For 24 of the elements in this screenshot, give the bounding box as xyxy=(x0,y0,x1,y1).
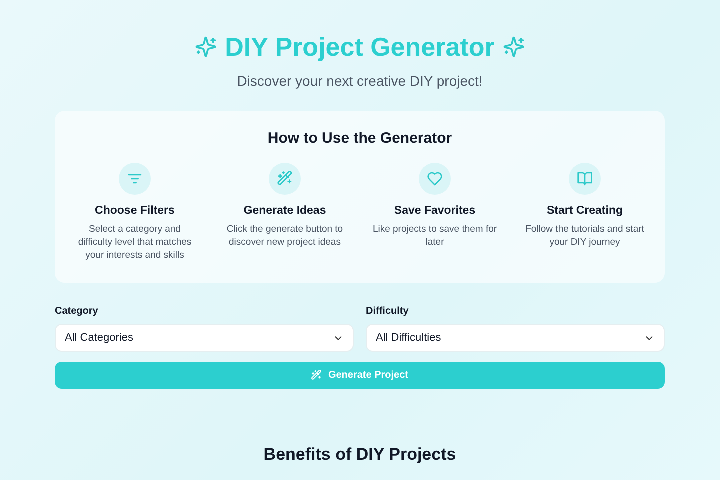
section-heading: Benefits of DIY Projects xyxy=(262,445,458,465)
field-label: Category xyxy=(55,306,100,317)
step-title: Save Favorites xyxy=(394,205,476,217)
dropdown-value: All Categories xyxy=(65,332,134,344)
dropdown-field[interactable]: All Categories xyxy=(55,324,354,352)
dropdown-field[interactable]: All Difficulties xyxy=(366,324,665,352)
heart-icon xyxy=(427,171,443,187)
page-subtitle: Discover your next creative DIY project! xyxy=(236,73,484,89)
dropdown-value: All Difficulties xyxy=(376,332,442,344)
step-description: Follow the tutorials and start your DIY journey xyxy=(524,223,646,249)
magic-wand-icon xyxy=(277,171,293,187)
step-description: Select a category and difficulty level that matches your interests and skills xyxy=(77,223,193,262)
step-description: Click the generate button to discover new project ideas xyxy=(226,223,344,249)
book-icon xyxy=(577,171,593,187)
step-title: Choose Filters xyxy=(95,205,175,217)
guide-title: How to Use the Generator xyxy=(266,130,454,148)
sparkles-icon xyxy=(502,36,525,58)
step-title: Generate Ideas xyxy=(244,205,326,217)
step-description: Like projects to save them for later xyxy=(372,223,498,249)
field-label: Difficulty xyxy=(366,306,410,317)
magic-wand-icon xyxy=(311,370,322,381)
sparkles-icon xyxy=(195,36,218,58)
step-title: Start Creating xyxy=(546,205,624,217)
page-title: DIY Project Generator xyxy=(225,31,495,63)
